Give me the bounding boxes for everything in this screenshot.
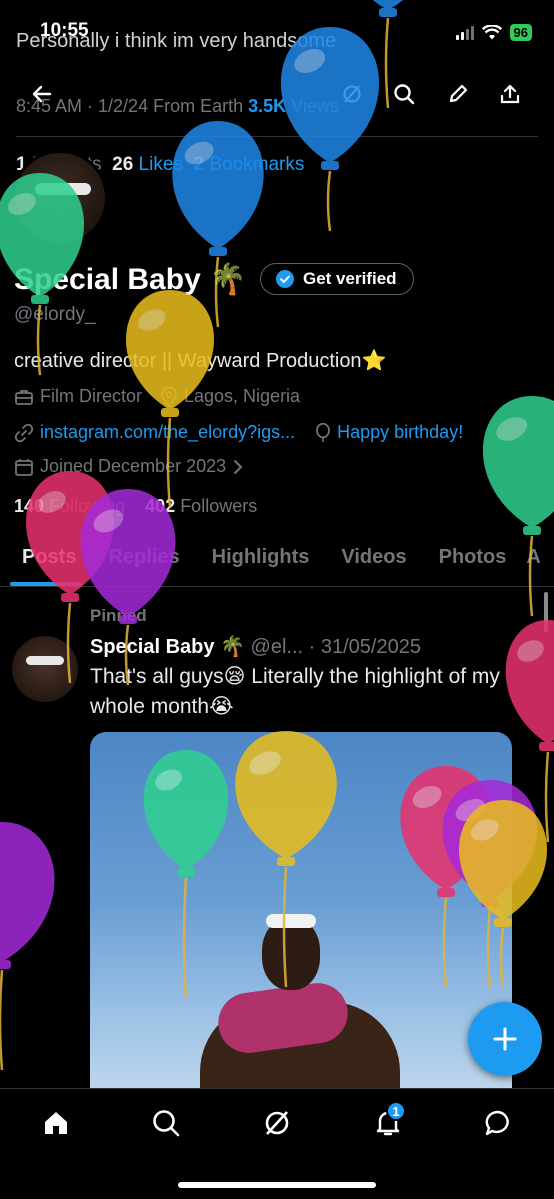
following-link[interactable]: 140 Following xyxy=(14,496,125,516)
profile-display-name: Special Baby 🌴 xyxy=(14,262,246,297)
profile-info-row: Film Director Lagos, Nigeria xyxy=(14,386,300,407)
tab-highlights[interactable]: Highlights xyxy=(196,538,326,586)
followers-link[interactable]: 402 Followers xyxy=(145,496,257,516)
photo-subject-head xyxy=(262,914,320,990)
likes-label: Likes xyxy=(138,154,183,175)
divider xyxy=(16,136,538,137)
likes-count: 26 xyxy=(112,154,134,175)
grok-button[interactable] xyxy=(334,76,370,112)
edit-button[interactable] xyxy=(440,76,476,112)
notifications-badge: 1 xyxy=(386,1101,406,1121)
nav-notifications[interactable]: 1 xyxy=(368,1101,408,1143)
search-icon xyxy=(153,1110,180,1137)
profile-bio: creative director || Wayward Production⭐ xyxy=(14,350,387,372)
home-indicator xyxy=(178,1182,376,1188)
compose-post-button[interactable] xyxy=(468,1002,542,1076)
profile-birthday: Happy birthday! xyxy=(337,422,464,442)
location-pin-icon xyxy=(161,386,177,407)
grok-icon xyxy=(343,85,361,103)
balloon-1 xyxy=(280,27,380,232)
profile-joined-date: Joined December 2023 xyxy=(40,456,227,476)
profile-profession: Film Director xyxy=(40,386,142,406)
calendar-icon xyxy=(15,458,33,476)
tab-posts[interactable]: Posts xyxy=(0,538,92,586)
profile-avatar[interactable] xyxy=(12,150,108,246)
followers-label: Followers xyxy=(180,496,258,516)
back-arrow-icon xyxy=(32,85,52,103)
grok-icon xyxy=(265,1111,289,1135)
wifi-icon xyxy=(481,24,502,39)
pinned-label: Pinned xyxy=(90,606,147,625)
followers-count: 402 xyxy=(145,496,176,516)
tab-videos[interactable]: Videos xyxy=(325,538,422,586)
post-header: Special Baby 🌴 @el... · 31/05/2025 xyxy=(90,634,421,659)
chevron-right-icon xyxy=(234,459,243,474)
verified-badge-icon xyxy=(276,270,294,288)
battery-indicator: 96 xyxy=(509,24,532,41)
share-button[interactable] xyxy=(492,76,528,112)
background-tweet-text: Personally i think im very handsome xyxy=(16,30,337,52)
palm-tree-emoji: 🌴 xyxy=(209,263,247,296)
search-button[interactable] xyxy=(386,76,422,112)
plus-icon xyxy=(493,1027,517,1051)
get-verified-label: Get verified xyxy=(303,269,397,288)
scrollbar[interactable] xyxy=(544,592,548,632)
post-date: · 31/05/2025 xyxy=(308,636,421,658)
get-verified-button[interactable]: Get verified xyxy=(260,263,414,295)
following-label: Following xyxy=(49,496,126,516)
profile-links-row: instagram.com/the_elordy?igs... Happy bi… xyxy=(14,422,463,443)
briefcase-icon xyxy=(15,389,33,405)
profile-location: Lagos, Nigeria xyxy=(184,386,301,406)
profile-website-link[interactable]: instagram.com/the_elordy?igs... xyxy=(40,422,295,443)
profile-tabs: Posts Replies Highlights Videos Photos A xyxy=(0,538,541,586)
palm-tree-emoji: 🌴 xyxy=(220,636,245,658)
balloon-14 xyxy=(0,822,55,1071)
balloon-8 xyxy=(505,620,554,843)
post-image[interactable] xyxy=(90,732,512,1112)
follow-stats: 140 Following 402 Followers xyxy=(14,496,257,517)
profile-joined-row[interactable]: Joined December 2023 xyxy=(14,456,244,477)
bookmarks-label: Bookmarks xyxy=(209,154,305,175)
tab-replies[interactable]: Replies xyxy=(92,538,195,586)
tabs-divider xyxy=(0,586,554,587)
profile-handle: @elordy_ xyxy=(14,304,96,325)
tab-photos[interactable]: Photos xyxy=(423,538,523,586)
profile-name-text: Special Baby xyxy=(14,263,201,296)
post-author-handle: @el... xyxy=(250,636,304,658)
post-author-name[interactable]: Special Baby xyxy=(90,636,215,658)
messages-icon xyxy=(485,1110,509,1136)
nav-home[interactable] xyxy=(36,1103,76,1143)
balloon-icon xyxy=(316,422,331,442)
bookmarks-count: 2 xyxy=(193,154,205,175)
back-button[interactable] xyxy=(24,76,60,112)
search-icon xyxy=(394,84,415,105)
cellular-signal-icon xyxy=(455,25,474,40)
nav-search[interactable] xyxy=(146,1103,186,1143)
link-icon xyxy=(14,423,34,442)
status-icons: 96 xyxy=(455,24,532,41)
tab-articles[interactable]: A xyxy=(522,538,540,586)
share-icon xyxy=(500,84,520,104)
edit-icon xyxy=(449,84,468,103)
following-count: 140 xyxy=(14,496,45,516)
profile-topbar xyxy=(0,72,554,116)
post-author-avatar[interactable] xyxy=(12,636,78,702)
home-icon xyxy=(45,1112,67,1134)
nav-grok[interactable] xyxy=(257,1103,297,1143)
nav-messages[interactable] xyxy=(478,1103,518,1143)
post-text: That's all guys😪 Literally the highlight… xyxy=(90,665,500,718)
